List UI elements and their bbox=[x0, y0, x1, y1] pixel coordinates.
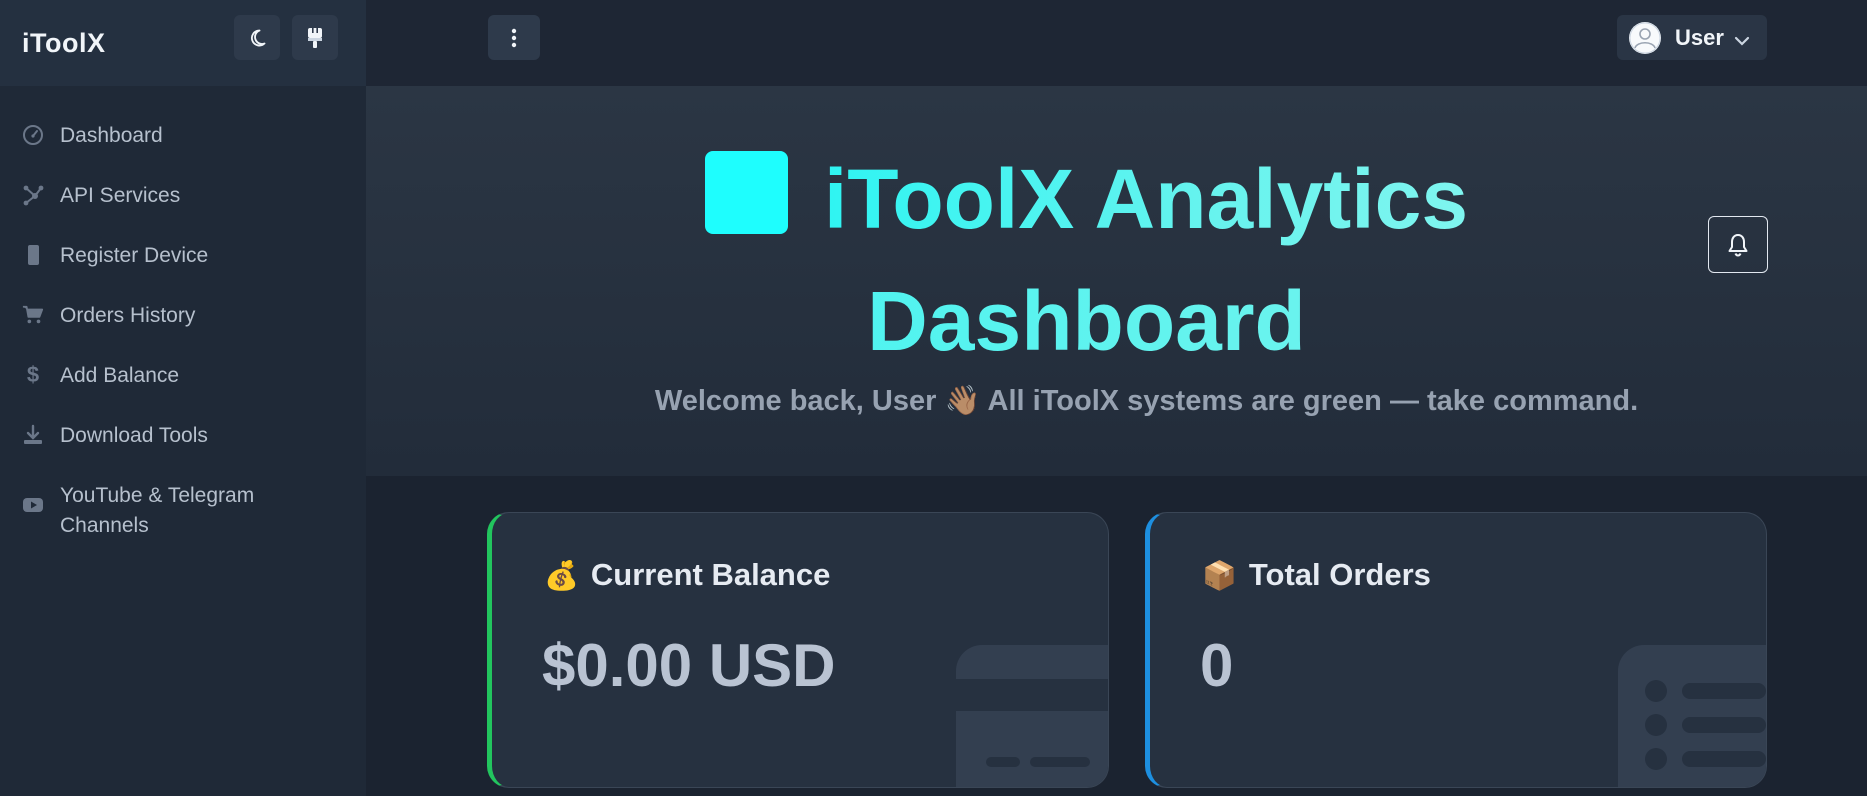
paintbrush-icon bbox=[308, 27, 322, 48]
user-menu-button[interactable]: User bbox=[1617, 15, 1767, 60]
user-icon bbox=[1629, 22, 1661, 53]
package-icon: 📦 bbox=[1202, 560, 1237, 591]
card-title-text: Total Orders bbox=[1248, 557, 1431, 592]
sidebar-item-label: Register Device bbox=[60, 244, 209, 267]
hero-banner: iToolX Analytics Dashboard Welcome back,… bbox=[366, 86, 1867, 476]
sidebar-item-youtube-telegram[interactable]: YouTube & Telegram Channels bbox=[0, 476, 366, 556]
title-line-1: iToolX Analytics bbox=[306, 138, 1867, 260]
sidebar-item-label: Dashboard bbox=[60, 124, 163, 147]
card-title: 📦 Total Orders bbox=[1202, 557, 1431, 593]
cart-icon bbox=[22, 304, 44, 326]
page-title: iToolX Analytics Dashboard bbox=[366, 138, 1867, 382]
sidebar-header: iToolX bbox=[0, 0, 366, 86]
avatar bbox=[1629, 21, 1661, 54]
title-text-1: iToolX Analytics bbox=[823, 152, 1469, 246]
money-bag-icon: 💰 bbox=[544, 560, 579, 591]
orders-card: 📦 Total Orders 0 bbox=[1145, 512, 1767, 788]
title-line-2: Dashboard bbox=[306, 260, 1867, 382]
bell-icon bbox=[1728, 233, 1748, 257]
card-title-text: Current Balance bbox=[590, 557, 831, 592]
user-name: User bbox=[1675, 24, 1724, 50]
sidebar-item-download-tools[interactable]: Download Tools bbox=[0, 416, 366, 476]
more-menu-button[interactable] bbox=[488, 15, 540, 60]
sidebar-item-label: Download Tools bbox=[60, 424, 208, 447]
chevron-down-icon bbox=[1734, 36, 1750, 46]
hub-icon bbox=[22, 184, 44, 206]
topbar: User bbox=[366, 0, 1867, 86]
dollar-icon: $ bbox=[26, 362, 40, 387]
sidebar-item-label: YouTube & Telegram Channels bbox=[60, 484, 255, 537]
welcome-subtitle: Welcome back, User 👋🏽 All iToolX systems… bbox=[654, 385, 1639, 417]
card-title: 💰 Current Balance bbox=[544, 557, 830, 593]
download-icon bbox=[22, 424, 44, 446]
kebab-menu-icon bbox=[511, 28, 517, 47]
orders-value: 0 bbox=[1200, 632, 1234, 699]
sidebar-item-label: Add Balance bbox=[60, 364, 180, 387]
credit-card-icon bbox=[956, 645, 1108, 787]
theme-toggle-button[interactable] bbox=[234, 15, 280, 60]
youtube-icon bbox=[22, 494, 44, 516]
sidebar-item-label: Orders History bbox=[60, 304, 196, 327]
customize-button[interactable] bbox=[292, 15, 338, 60]
moon-icon bbox=[251, 29, 266, 46]
brand-logo[interactable]: iToolX bbox=[22, 28, 106, 59]
sidebar-item-label: API Services bbox=[60, 184, 181, 207]
phone-icon bbox=[22, 244, 44, 266]
notifications-button[interactable] bbox=[1708, 216, 1768, 273]
sidebar: iToolX Dashboard API Services Register D… bbox=[0, 0, 366, 796]
balance-value: $0.00 USD bbox=[542, 632, 836, 699]
logo-square-icon bbox=[704, 151, 788, 234]
list-icon bbox=[1618, 645, 1766, 787]
balance-card: 💰 Current Balance $0.00 USD bbox=[487, 512, 1109, 788]
speedometer-icon bbox=[22, 124, 44, 146]
